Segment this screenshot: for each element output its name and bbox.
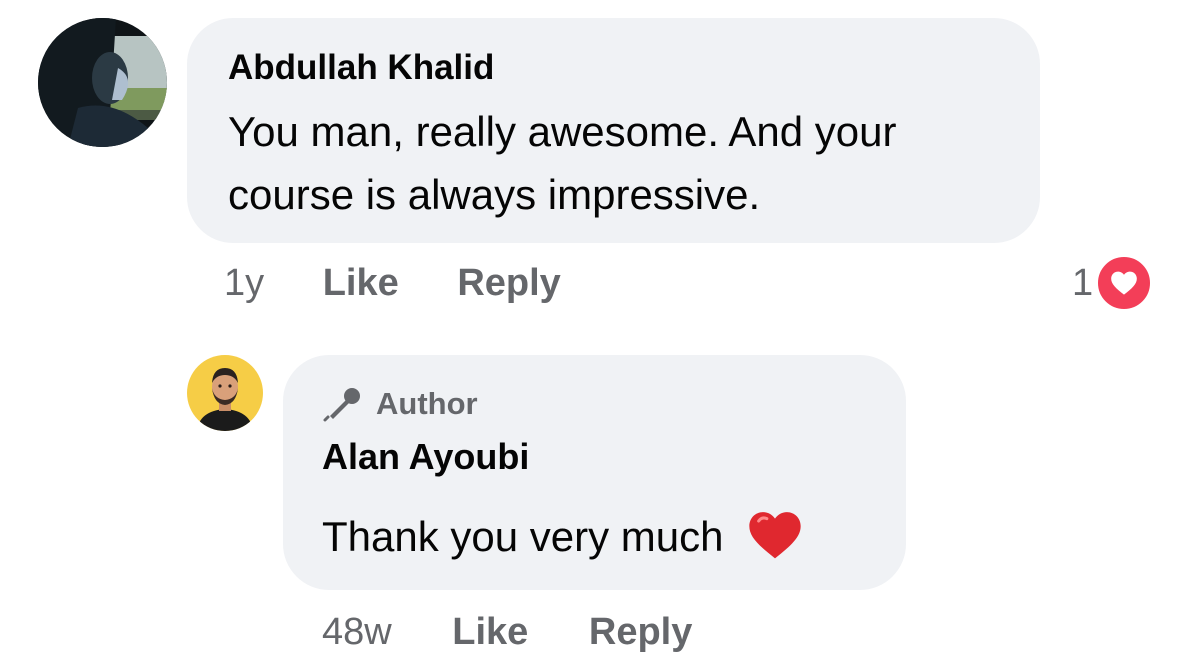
comment-time[interactable]: 1y <box>224 262 264 304</box>
comment-thread: Abdullah Khalid You man, really awesome.… <box>0 0 1200 666</box>
reply-button[interactable]: Reply <box>589 611 692 653</box>
reaction-summary[interactable]: 1 <box>1072 254 1154 312</box>
red-heart-emoji <box>747 509 803 578</box>
avatar[interactable] <box>38 18 167 147</box>
reply-text: Thank you very much <box>322 505 882 578</box>
reaction-count: 1 <box>1072 261 1094 304</box>
reply-time[interactable]: 48w <box>322 611 392 653</box>
author-badge: Author <box>322 385 478 423</box>
heart-icon <box>1095 254 1154 312</box>
comment-author-name[interactable]: Abdullah Khalid <box>228 48 494 88</box>
avatar-photo <box>187 355 263 431</box>
comment-text: You man, really awesome. And your course… <box>228 108 897 218</box>
like-button[interactable]: Like <box>323 262 399 304</box>
author-badge-label: Author <box>376 386 478 421</box>
comment-meta: 1y Like Reply <box>224 262 561 305</box>
like-button[interactable]: Like <box>452 611 528 653</box>
microphone-icon <box>322 385 364 423</box>
avatar[interactable] <box>187 355 263 431</box>
reply-author-name[interactable]: Alan Ayoubi <box>322 436 529 478</box>
reply-text-content: Thank you very much <box>322 513 724 560</box>
reply-meta: 48w Like Reply <box>322 611 692 654</box>
reply-button[interactable]: Reply <box>457 262 560 304</box>
avatar-photo <box>38 18 167 147</box>
